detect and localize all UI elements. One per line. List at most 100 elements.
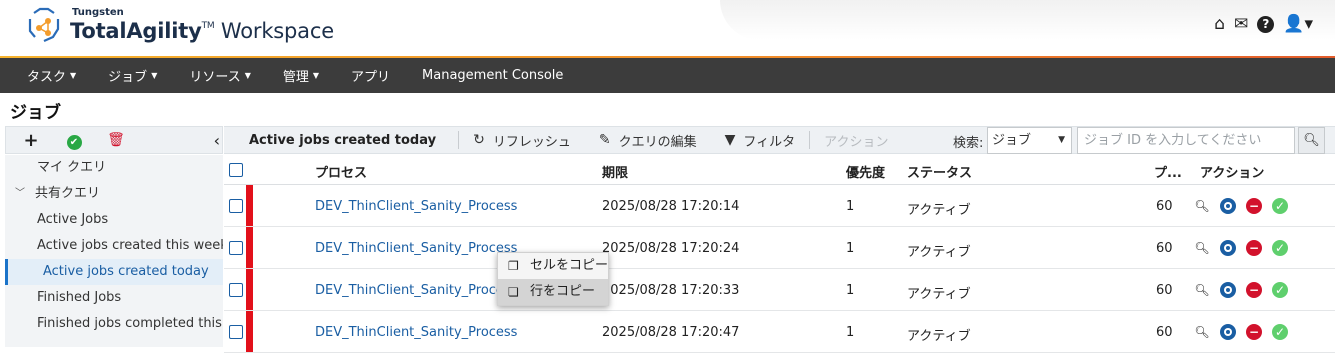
chevron-down-icon: ▼ [1058, 135, 1065, 145]
view-icon[interactable]: 🔍︎ [1194, 282, 1210, 298]
filter-button[interactable]: ▼ フィルタ [711, 131, 810, 150]
search-input[interactable]: ジョブ ID を入力してください [1077, 127, 1295, 154]
complete-icon[interactable]: ✓ [1272, 240, 1288, 256]
details-icon[interactable] [1220, 240, 1236, 256]
view-icon[interactable]: 🔍︎ [1194, 240, 1210, 256]
view-icon[interactable]: 🔍︎ [1194, 324, 1210, 340]
details-icon[interactable] [1220, 198, 1236, 214]
terminate-icon[interactable]: − [1246, 198, 1262, 214]
refresh-icon: ↻ [473, 132, 485, 148]
column-actions: アクション [1200, 166, 1265, 181]
process-link[interactable]: DEV_ThinClient_Sanity_Process [315, 241, 517, 256]
complete-icon[interactable]: ✓ [1272, 198, 1288, 214]
nav-management-console[interactable]: Management Console [406, 58, 579, 93]
query-item[interactable]: Finished Jobs [5, 285, 223, 311]
process-link[interactable]: DEV_ThinClient_Sanity_Process [315, 283, 517, 298]
chevron-down-icon: ▼ [244, 71, 251, 80]
progress-cell: 60 [1156, 199, 1173, 214]
deadline-cell: 2025/08/28 17:20:14 [602, 199, 740, 214]
deadline-cell: 2025/08/28 17:20:33 [602, 283, 740, 298]
column-deadline[interactable]: 期限 [602, 162, 628, 181]
nav-jobs[interactable]: ジョブ ▼ [92, 58, 173, 93]
brand-product: TotalAgilityTM Workspace [70, 19, 334, 43]
query-item[interactable]: Active Jobs [5, 207, 223, 233]
query-item[interactable]: Finished jobs completed this week [5, 311, 223, 337]
nav-resources[interactable]: リソース ▼ [173, 58, 267, 93]
details-icon[interactable] [1220, 282, 1236, 298]
main-nav: タスク ▼ ジョブ ▼ リソース ▼ 管理 ▼ アプリ Management Conso… [0, 58, 1335, 93]
check-icon[interactable]: ✔ [56, 131, 92, 150]
inbox-icon[interactable]: ✉ [1234, 14, 1248, 34]
nav-admin[interactable]: 管理 ▼ [267, 58, 335, 93]
row-checkbox[interactable] [229, 325, 243, 339]
row-checkbox[interactable] [229, 241, 243, 255]
row-checkbox[interactable] [229, 283, 243, 297]
user-icon[interactable]: 👤▾ [1283, 14, 1313, 34]
table-row[interactable]: DEV_ThinClient_Sanity_Process 2025/08/28… [224, 185, 1335, 227]
nav-apps[interactable]: アプリ [335, 58, 406, 93]
copy-row-menu-item[interactable]: ❏ 行をコピー [498, 279, 608, 305]
page-title: ジョブ [10, 103, 61, 123]
table-row[interactable]: DEV_ThinClient_Sanity_Process 2025/08/28… [224, 269, 1335, 311]
column-progress[interactable]: プ... [1154, 162, 1182, 181]
column-process[interactable]: プロセス [315, 162, 367, 181]
terminate-icon[interactable]: − [1246, 282, 1262, 298]
query-list: マイ クエリ ﹀ 共有クエリ Active Jobs Active jobs cr… [5, 155, 223, 347]
action-button[interactable]: アクション [810, 131, 902, 150]
deadline-cell: 2025/08/28 17:20:24 [602, 241, 740, 256]
table-row[interactable]: DEV_ThinClient_Sanity_Process 2025/08/28… [224, 227, 1335, 269]
chevron-down-icon: ﹀ [15, 188, 25, 199]
row-flag [246, 227, 253, 268]
row-checkbox[interactable] [229, 199, 243, 213]
query-shared-queries[interactable]: ﹀ 共有クエリ [5, 181, 223, 207]
search-type-select[interactable]: ジョブ ▼ [987, 127, 1072, 154]
app-header: Tungsten TotalAgilityTM Workspace ⌂ ✉ ? … [0, 0, 1335, 57]
process-link[interactable]: DEV_ThinClient_Sanity_Process [315, 325, 517, 340]
tungsten-logo-icon [28, 7, 60, 43]
table-header: プロセス 期限 優先度 ステータス プ... アクション [224, 155, 1335, 185]
row-actions: 🔍︎ − ✓ [1194, 198, 1288, 214]
status-cell: アクティブ [907, 287, 971, 302]
complete-icon[interactable]: ✓ [1272, 324, 1288, 340]
row-flag [246, 185, 253, 226]
refresh-button[interactable]: ↻ リフレッシュ [459, 131, 585, 150]
complete-icon[interactable]: ✓ [1272, 282, 1288, 298]
header-icons: ⌂ ✉ ? 👤▾ [1214, 14, 1313, 34]
help-icon[interactable]: ? [1257, 15, 1275, 33]
collapse-icon[interactable]: ‹ [140, 131, 220, 150]
query-item-selected[interactable]: Active jobs created today [5, 259, 223, 285]
terminate-icon[interactable]: − [1246, 240, 1262, 256]
search-icon: 🔍︎ [1303, 133, 1320, 148]
chevron-down-icon: ▼ [70, 71, 77, 80]
copy-icon: ❐ [508, 259, 519, 273]
chevron-down-icon: ▼ [151, 71, 158, 80]
query-item[interactable]: Active jobs created this week [5, 233, 223, 259]
details-icon[interactable] [1220, 324, 1236, 340]
edit-query-button[interactable]: ✎ クエリの編集 [585, 131, 711, 150]
delete-icon[interactable]: 🗑 [92, 132, 140, 148]
nav-tasks[interactable]: タスク ▼ [0, 58, 92, 93]
priority-cell: 1 [846, 199, 855, 214]
home-icon[interactable]: ⌂ [1214, 14, 1225, 34]
row-flag [246, 269, 253, 310]
view-icon[interactable]: 🔍︎ [1194, 198, 1210, 214]
process-link[interactable]: DEV_ThinClient_Sanity_Process [315, 199, 517, 214]
status-cell: アクティブ [907, 203, 971, 218]
deadline-cell: 2025/08/28 17:20:47 [602, 325, 740, 340]
chevron-down-icon: ▼ [312, 71, 320, 80]
pencil-icon: ✎ [598, 132, 611, 148]
add-icon[interactable]: + [6, 130, 56, 151]
copy-cell-menu-item[interactable]: ❐ セルをコピー [498, 253, 608, 279]
column-status[interactable]: ステータス [907, 162, 972, 181]
terminate-icon[interactable]: − [1246, 324, 1262, 340]
status-cell: アクティブ [907, 329, 971, 344]
row-actions: 🔍︎ − ✓ [1194, 240, 1288, 256]
copy-icon: ❏ [508, 285, 519, 299]
query-my-queries[interactable]: マイ クエリ [5, 155, 223, 181]
row-actions: 🔍︎ − ✓ [1194, 324, 1288, 340]
column-priority[interactable]: 優先度 [846, 162, 885, 181]
row-flag [246, 311, 253, 352]
left-toolbar: + ✔ 🗑 ‹ [5, 126, 223, 154]
select-all-checkbox[interactable] [229, 163, 243, 177]
search-button[interactable]: 🔍︎ [1298, 127, 1325, 154]
